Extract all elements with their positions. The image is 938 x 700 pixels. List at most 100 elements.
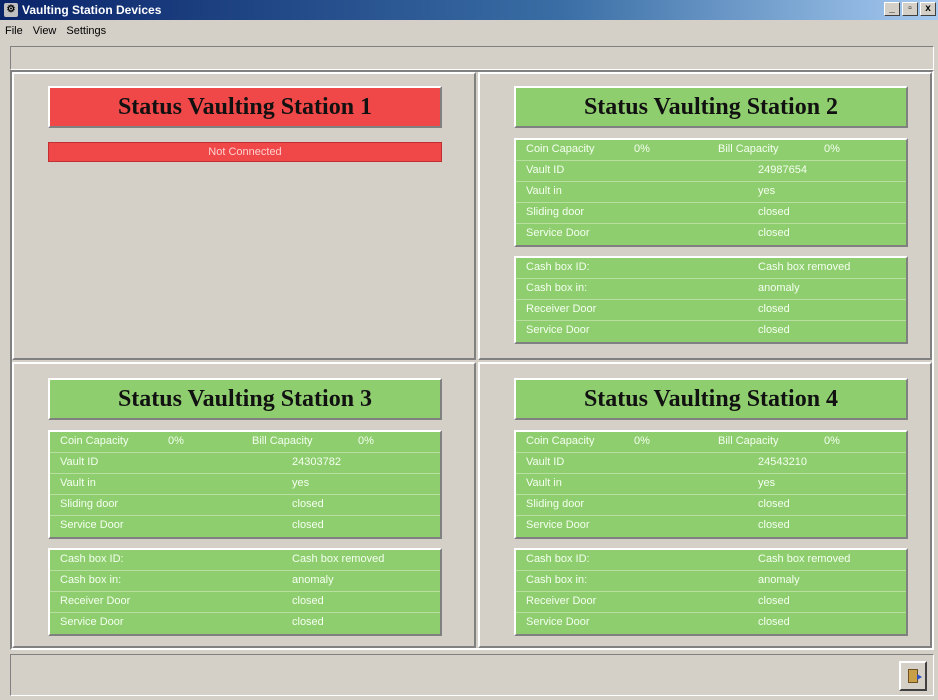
row-value: Cash box removed <box>292 553 385 565</box>
row-label: Receiver Door <box>60 595 131 607</box>
station-1-title: Status Vaulting Station 1 <box>48 86 442 128</box>
receiver-door-row: Receiver Door closed <box>50 592 440 613</box>
station-3-title: Status Vaulting Station 3 <box>48 378 442 420</box>
station-3-cash-block: Cash box ID: Cash box removed Cash box in… <box>48 548 442 636</box>
coin-capacity-value: 0% <box>168 435 184 447</box>
row-value: anomaly <box>292 574 334 586</box>
row-value: closed <box>758 616 790 628</box>
row-label: Service Door <box>60 519 124 531</box>
row-value: closed <box>758 595 790 607</box>
stations-grid: Status Vaulting Station 1 Not Connected … <box>10 70 934 650</box>
vault-id-row: Vault ID 24303782 <box>50 453 440 474</box>
vault-id-row: Vault ID 24987654 <box>516 161 906 182</box>
row-value: yes <box>758 185 776 197</box>
minimize-button[interactable]: _ <box>884 2 900 16</box>
coin-capacity-label: Coin Capacity <box>526 143 595 155</box>
cash-box-id-row: Cash box ID: Cash box removed <box>516 550 906 571</box>
vault-in-row: Vault in yes <box>50 474 440 495</box>
title-bar: ⚙ Vaulting Station Devices _ ▫ x <box>0 0 938 20</box>
service-door-row: Service Door closed <box>516 613 906 634</box>
menu-view[interactable]: View <box>28 25 62 37</box>
row-value: closed <box>758 227 790 239</box>
bill-capacity-label: Bill Capacity <box>718 143 779 155</box>
station-4-title: Status Vaulting Station 4 <box>514 378 908 420</box>
row-label: Cash box in: <box>60 574 122 586</box>
vault-id-row: Vault ID 24543210 <box>516 453 906 474</box>
row-label: Service Door <box>60 616 124 628</box>
service-door-row: Service Door closed <box>516 224 906 245</box>
row-label: Receiver Door <box>526 595 597 607</box>
bill-capacity-label: Bill Capacity <box>718 435 779 447</box>
sliding-door-row: Sliding door closed <box>516 203 906 224</box>
capacity-row: Coin Capacity 0% Bill Capacity 0% <box>516 432 906 453</box>
station-4-panel: Status Vaulting Station 4 Coin Capacity … <box>478 362 932 648</box>
sliding-door-row: Sliding door closed <box>50 495 440 516</box>
row-label: Vault in <box>526 185 562 197</box>
sliding-door-row: Sliding door closed <box>516 495 906 516</box>
close-button[interactable]: x <box>920 2 936 16</box>
row-value: anomaly <box>758 574 800 586</box>
row-label: Cash box in: <box>526 574 588 586</box>
capacity-row: Coin Capacity 0% Bill Capacity 0% <box>516 140 906 161</box>
menu-settings[interactable]: Settings <box>61 25 111 37</box>
maximize-button[interactable]: ▫ <box>902 2 918 16</box>
row-label: Cash box ID: <box>526 553 590 565</box>
toolbar-area <box>10 46 934 70</box>
coin-capacity-value: 0% <box>634 143 650 155</box>
capacity-row: Coin Capacity 0% Bill Capacity 0% <box>50 432 440 453</box>
row-value: yes <box>292 477 310 489</box>
row-value: closed <box>758 498 790 510</box>
cash-box-id-row: Cash box ID: Cash box removed <box>516 258 906 279</box>
coin-capacity-label: Coin Capacity <box>526 435 595 447</box>
bill-capacity-label: Bill Capacity <box>252 435 313 447</box>
receiver-door-row: Receiver Door closed <box>516 592 906 613</box>
row-label: Vault ID <box>60 456 99 468</box>
row-value: anomaly <box>758 282 800 294</box>
row-label: Cash box ID: <box>60 553 124 565</box>
row-value: closed <box>292 498 324 510</box>
cash-box-in-row: Cash box in: anomaly <box>50 571 440 592</box>
row-label: Sliding door <box>526 498 585 510</box>
row-label: Service Door <box>526 616 590 628</box>
station-1-connection-status: Not Connected <box>48 142 442 162</box>
station-1-panel: Status Vaulting Station 1 Not Connected <box>12 72 476 360</box>
cash-box-id-row: Cash box ID: Cash box removed <box>50 550 440 571</box>
row-value: Cash box removed <box>758 553 851 565</box>
row-value: Cash box removed <box>758 261 851 273</box>
station-2-cash-block: Cash box ID: Cash box removed Cash box in… <box>514 256 908 344</box>
exit-button[interactable] <box>899 661 927 691</box>
row-value: yes <box>758 477 776 489</box>
exit-door-icon <box>908 669 922 683</box>
station-2-title: Status Vaulting Station 2 <box>514 86 908 128</box>
cash-box-in-row: Cash box in: anomaly <box>516 571 906 592</box>
cash-box-in-row: Cash box in: anomaly <box>516 279 906 300</box>
service-door-row: Service Door closed <box>516 516 906 537</box>
coin-capacity-value: 0% <box>634 435 650 447</box>
row-value: 24543210 <box>758 456 807 468</box>
row-label: Vault in <box>60 477 96 489</box>
receiver-door-row: Receiver Door closed <box>516 300 906 321</box>
menu-file[interactable]: File <box>0 25 28 37</box>
row-value: 24987654 <box>758 164 807 176</box>
row-label: Vault ID <box>526 456 565 468</box>
bill-capacity-value: 0% <box>824 435 840 447</box>
vault-in-row: Vault in yes <box>516 182 906 203</box>
service-door-row: Service Door closed <box>50 516 440 537</box>
row-label: Sliding door <box>526 206 585 218</box>
row-value: closed <box>758 519 790 531</box>
menu-bar: File View Settings <box>0 20 938 42</box>
station-2-vault-block: Coin Capacity 0% Bill Capacity 0% Vault … <box>514 138 908 247</box>
coin-capacity-label: Coin Capacity <box>60 435 129 447</box>
station-2-panel: Status Vaulting Station 2 Coin Capacity … <box>478 72 932 360</box>
window-title: Vaulting Station Devices <box>22 3 162 17</box>
row-label: Sliding door <box>60 498 119 510</box>
row-value: 24303782 <box>292 456 341 468</box>
row-value: closed <box>758 206 790 218</box>
service-door-row: Service Door closed <box>516 321 906 342</box>
service-door-row: Service Door closed <box>50 613 440 634</box>
row-label: Cash box ID: <box>526 261 590 273</box>
row-value: closed <box>758 303 790 315</box>
row-value: closed <box>292 595 324 607</box>
row-label: Receiver Door <box>526 303 597 315</box>
station-3-vault-block: Coin Capacity 0% Bill Capacity 0% Vault … <box>48 430 442 539</box>
